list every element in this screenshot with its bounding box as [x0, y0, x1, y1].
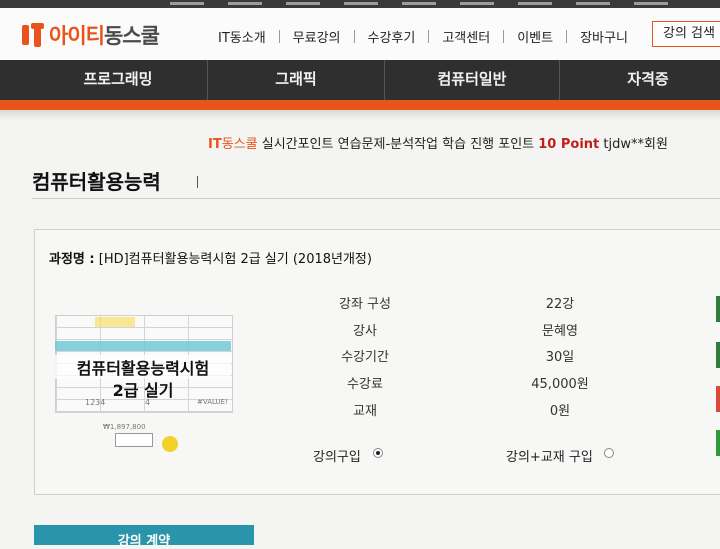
nav-item-events[interactable]: 이벤트 — [504, 27, 566, 46]
thumbnail-title-line1: 컴퓨터활용능력시험 — [55, 355, 231, 379]
cursor-highlight-icon — [162, 436, 178, 452]
info-value-fee: 45,000원 — [531, 377, 589, 392]
info-key-period: 수강기간 — [341, 350, 389, 365]
option-lecture-book-label[interactable]: 강의+교재 구입 — [506, 446, 593, 465]
nav-shadow — [0, 110, 720, 120]
site-header: 아이티동스쿨 IT동소개 무료강의 수강후기 고객센터 이벤트 장바구니 강의 … — [0, 8, 720, 60]
nav-item-reviews[interactable]: 수강후기 — [355, 27, 429, 46]
info-value-composition: 22강 — [545, 297, 575, 312]
side-button-green[interactable] — [716, 296, 720, 322]
side-button-green[interactable] — [716, 430, 720, 456]
ticker-brand-it: IT — [208, 137, 222, 152]
ticker-brand-rest: 동스쿨 — [221, 137, 258, 152]
course-name-label: 과정명 : — [49, 252, 95, 267]
sheet-cell: #VALUE! — [197, 398, 228, 406]
ticker-points: 10 Point — [538, 137, 600, 152]
side-button-red[interactable] — [716, 386, 720, 412]
top-nav: IT동소개 무료강의 수강후기 고객센터 이벤트 장바구니 — [205, 27, 641, 46]
info-key-fee: 수강료 — [347, 377, 383, 392]
apply-button[interactable]: 강의 계약 — [34, 525, 254, 549]
sheet-highlight — [95, 317, 135, 327]
info-key-instructor: 강사 — [353, 324, 377, 339]
lecture-search-button[interactable]: 강의 검색 — [652, 21, 720, 47]
page-title: 컴퓨터활용능력 — [32, 170, 161, 194]
nav-item-customer-center[interactable]: 고객센터 — [429, 27, 503, 46]
info-value-textbook: 0원 — [549, 404, 571, 419]
side-button-green[interactable] — [716, 342, 720, 368]
logo-rest: 동스쿨 — [103, 24, 160, 48]
option-lecture-only-label[interactable]: 강의구입 — [313, 446, 361, 465]
course-thumbnail[interactable]: 컴퓨터활용능력시험 2급 실기 1234 4 #VALUE! ₩1,897,80… — [55, 315, 235, 455]
logo-text: 아이티동스쿨 — [49, 20, 160, 50]
course-name: 과정명 : [HD]컴퓨터활용능력시험 2급 실기 (2018년개정) — [49, 248, 372, 267]
info-key-textbook: 교재 — [353, 404, 377, 419]
nav-item-about[interactable]: IT동소개 — [205, 27, 279, 46]
logo-brand: 아이티 — [49, 24, 105, 48]
site-logo[interactable]: 아이티동스쿨 — [22, 20, 160, 50]
course-name-value: [HD]컴퓨터활용능력시험 2급 실기 (2018년개정) — [94, 252, 372, 267]
logo-mark-icon — [22, 23, 44, 47]
sheet-cell: 4 — [145, 398, 151, 407]
sheet-value: ₩1,897,800 — [103, 423, 146, 431]
info-key-composition: 강좌 구성 — [339, 297, 391, 312]
title-rule — [32, 198, 720, 199]
title-divider — [197, 176, 198, 188]
category-graphics[interactable]: 그래픽 — [208, 60, 384, 100]
nav-item-cart[interactable]: 장바구니 — [567, 27, 641, 46]
category-computer-general[interactable]: 컴퓨터일반 — [385, 60, 559, 100]
sheet-cell: 1234 — [85, 398, 106, 407]
top-strip — [0, 0, 720, 8]
ticker-user: tjdw**회원 — [599, 137, 668, 152]
ticker-text: 실시간포인트 연습문제-분석작업 학습 진행 포인트 — [257, 137, 539, 152]
point-ticker: IT동스쿨 실시간포인트 연습문제-분석작업 학습 진행 포인트 10 Poin… — [208, 133, 668, 152]
sheet-input-box — [115, 433, 153, 447]
category-programming[interactable]: 프로그래밍 — [30, 60, 206, 100]
top-strip-links — [170, 2, 670, 5]
sheet-header-row — [55, 341, 231, 351]
category-nav: 프로그래밍 그래픽 컴퓨터일반 자격증 — [0, 60, 720, 100]
nav-accent-bar — [0, 100, 720, 110]
nav-item-free-lectures[interactable]: 무료강의 — [280, 27, 354, 46]
option-lecture-book-radio[interactable] — [604, 448, 614, 458]
info-value-instructor: 문혜영 — [542, 324, 578, 339]
category-certification[interactable]: 자격증 — [560, 60, 720, 100]
option-lecture-only-radio[interactable] — [373, 448, 383, 458]
info-value-period: 30일 — [545, 350, 575, 365]
